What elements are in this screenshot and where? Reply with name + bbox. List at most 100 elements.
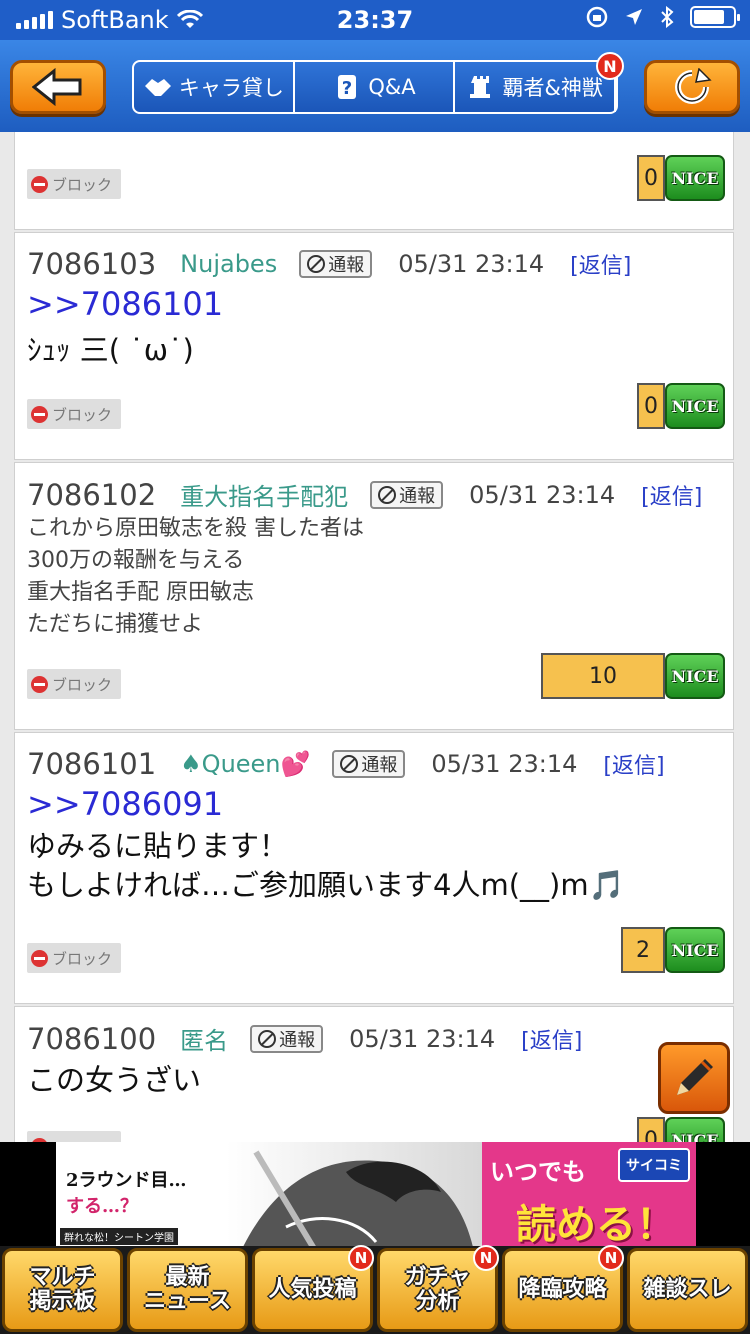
new-badge: N [473,1245,499,1271]
question-icon: ? [338,75,357,99]
post-id: 7086100 [27,1021,157,1056]
nice-count: 10 [541,653,665,699]
nav-label: 雑談スレ [643,1277,732,1302]
prohibited-icon [258,1029,277,1048]
ad-left-panel[interactable]: 2ラウンド目… する…？ 群れな松！シートン学園 [56,1142,482,1246]
reply-anchor-link[interactable]: >>7086101 [27,285,223,323]
block-button[interactable]: ブロック [27,669,121,699]
nice-button[interactable]: NICE [665,927,725,973]
ad-tagline: いつでも [490,1158,586,1186]
reload-icon [675,68,712,104]
author-name[interactable]: 匿名 [180,1021,228,1056]
ad-illustration [243,1150,473,1246]
nav-gacha-analysis[interactable]: ガチャ 分析 N [377,1245,499,1332]
post-card: ブロック 0 NICE [14,132,734,230]
post-body: この女うざい [27,1063,202,1097]
post-date: 05/31 23:14 [398,250,545,278]
location-icon [626,9,642,25]
nice-button[interactable]: NICE [665,155,725,201]
nice-button[interactable]: NICE [665,383,725,429]
block-icon [31,949,48,967]
compose-button[interactable] [658,1042,730,1114]
nice-button[interactable]: NICE [665,653,725,699]
report-button[interactable]: 通報 [299,250,373,278]
block-button[interactable]: ブロック [27,169,121,199]
new-badge: N [598,1245,624,1271]
nav-label: 最新 ニュース [144,1265,231,1314]
reply-anchor-link[interactable]: >>7086091 [27,785,223,823]
post-body: ｼｭｯ 三( ˙ω˙) [27,333,194,367]
block-button[interactable]: ブロック [27,943,121,973]
nice-count: 0 [637,1117,665,1142]
reply-link[interactable]: [返信] [570,248,631,280]
author-name[interactable]: 重大指名手配犯 [180,477,348,512]
ad-right-panel[interactable]: いつでも サイコミ 読める！ [482,1142,696,1248]
post-card: 7086101 ♠Queen💕 通報 05/31 23:14 [返信] >>70… [14,732,734,1004]
nav-multi-board[interactable]: マルチ 掲示板 [2,1248,123,1332]
bluetooth-icon [661,6,674,28]
block-button[interactable]: ブロック [27,399,121,429]
bottom-nav: マルチ 掲示板 最新 ニュース 人気投稿 N ガチャ 分析 N 降臨攻略 N 雑… [0,1245,750,1334]
nice-count: 2 [621,927,665,973]
header-tabs: キャラ貸し ? Q&A 覇者&神獣 N [132,52,624,114]
tab-qa[interactable]: ? Q&A [295,62,456,112]
author-name[interactable]: Nujabes [180,250,277,278]
reply-link[interactable]: [返信] [521,1023,582,1055]
handshake-icon [144,79,171,96]
post-date: 05/31 23:14 [469,480,616,509]
pencil-icon [677,1059,713,1095]
nice-count: 0 [637,155,665,201]
back-button[interactable] [10,60,106,114]
new-badge: N [596,52,624,80]
report-button[interactable]: 通報 [370,480,444,509]
nice-count: 0 [637,383,665,429]
reply-link[interactable]: [返信] [641,479,702,511]
reply-link[interactable]: [返信] [603,748,664,780]
nav-label: ガチャ 分析 [404,1265,471,1314]
tower-icon [470,76,491,98]
app-header: キャラ貸し ? Q&A 覇者&神獣 N [0,40,750,132]
post-card: 7086100 匿名 通報 05/31 23:14 [返信] この女うざい 0 … [14,1006,734,1142]
post-body: ゆみるに貼ります！ もしよければ…ご参加願います4人m(__)m🎵 [27,829,625,902]
nav-advent-strategy[interactable]: 降臨攻略 N [502,1245,624,1332]
post-card: 7086103 Nujabes 通報 05/31 23:14 [返信] >>70… [14,232,734,460]
ad-banner[interactable]: 2ラウンド目… する…？ 群れな松！シートン学園 いつでも サイコミ 読める！ [0,1142,750,1248]
reload-button[interactable] [644,60,740,114]
tab-label: キャラ貸し [178,76,284,100]
block-icon [31,175,48,193]
block-button[interactable] [27,1131,121,1142]
report-button[interactable]: 通報 [250,1024,324,1053]
ad-headline: 2ラウンド目… [66,1170,187,1191]
battery-icon [690,6,740,28]
nav-chat-thread[interactable]: 雑談スレ [627,1248,748,1332]
nav-label: マルチ 掲示板 [29,1265,96,1314]
nav-label: 降臨攻略 [518,1277,607,1302]
new-badge: N [348,1245,374,1271]
ad-cta: 読める！ [516,1202,676,1248]
nav-label: 人気投稿 [268,1277,357,1302]
svg-text:?: ? [342,78,352,99]
post-date: 05/31 23:14 [349,1024,496,1053]
post-id: 7086103 [27,247,157,281]
rotation-lock-icon [586,6,608,28]
author-name[interactable]: ♠Queen💕 [180,750,310,778]
ad-caption: 群れな松！シートン学園 [60,1228,178,1245]
post-id: 7086101 [27,747,157,781]
status-bar: SoftBank 23:37 [0,0,750,40]
prohibited-icon [340,755,359,773]
tab-chara-lend[interactable]: キャラ貸し [134,62,295,112]
report-button[interactable]: 通報 [332,750,406,778]
post-id: 7086102 [27,477,157,512]
tab-hasha-shinju[interactable]: 覇者&神獣 [455,62,617,112]
tab-label: 覇者&神獣 [502,76,603,100]
block-icon [31,675,48,693]
thread-feed[interactable]: ブロック 0 NICE 7086103 Nujabes 通報 05/31 23:… [0,132,750,1142]
nav-latest-news[interactable]: 最新 ニュース [127,1248,248,1332]
post-card: 7086102 重大指名手配犯 通報 05/31 23:14 [返信] これから… [14,462,734,730]
prohibited-icon [307,255,326,273]
ad-subline: する…？ [66,1196,138,1217]
nav-popular-posts[interactable]: 人気投稿 N [252,1245,374,1332]
ad-logo: サイコミ [618,1148,690,1182]
nice-button[interactable]: NICE [665,1117,725,1142]
tab-label: Q&A [368,75,416,99]
